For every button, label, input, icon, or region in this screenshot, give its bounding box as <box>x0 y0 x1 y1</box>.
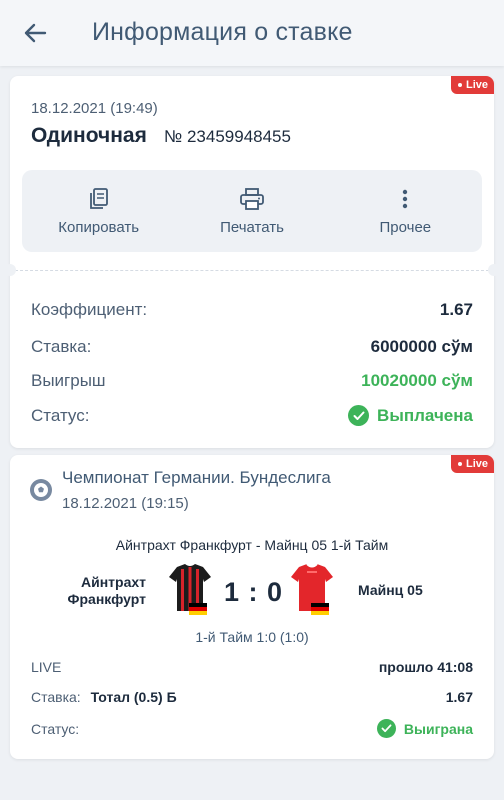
status-value: Выплачена <box>377 405 473 425</box>
status-row: Статус: Выплачена <box>31 405 473 426</box>
event-status-row: Статус: Выиграна <box>31 719 473 738</box>
event-status-group: Выиграна <box>376 719 473 738</box>
team-home: Айнтрахт Франкфурт <box>67 574 146 607</box>
bet-info-card: Live 18.12.2021 (19:49) Одиночная № 2345… <box>4 76 500 448</box>
more-vertical-icon <box>392 186 418 212</box>
win-value: 10020000 сўм <box>361 371 473 390</box>
live-row: LIVE прошло 41:08 <box>31 659 473 675</box>
bet-type: Одиночная <box>31 124 147 147</box>
bet-date: 18.12.2021 (19:49) <box>31 100 158 117</box>
ticket-divider <box>10 270 494 271</box>
copy-label: Копировать <box>58 219 140 236</box>
arrow-left-icon <box>24 23 47 43</box>
bet-actions: Копировать Печатать Прочее <box>22 170 482 252</box>
check-circle-icon <box>348 405 370 426</box>
bet-number: № 23459948455 <box>164 127 291 146</box>
copy-icon <box>86 186 112 212</box>
stake-value: 6000000 сўм <box>370 337 473 356</box>
match-score: 1 : 0 <box>224 577 284 607</box>
print-label: Печатать <box>220 219 284 236</box>
event-bet-label: Ставка: <box>31 689 81 705</box>
status-value-group: Выплачена <box>348 405 473 426</box>
league-name: Чемпионат Германии. Бундеслига <box>62 468 331 487</box>
event-status-value: Выиграна <box>403 720 473 737</box>
more-button[interactable]: Прочее <box>329 170 482 252</box>
ticket-notch-left <box>4 264 16 276</box>
live-dot-icon <box>457 462 462 466</box>
ticket-notch-right <box>488 264 500 276</box>
live-dot-icon <box>457 83 462 87</box>
coefficient-value: 1.67 <box>439 300 473 319</box>
eintracht-jersey-icon <box>169 564 211 615</box>
win-row: Выигрыш 10020000 сўм <box>31 371 473 391</box>
stake-row: Ставка: 6000000 сўм <box>31 337 473 357</box>
event-card: Live Чемпионат Германии. Бундеслига 18.1… <box>10 455 494 759</box>
football-icon <box>30 479 52 501</box>
check-circle-icon <box>376 719 396 738</box>
coefficient-label: Коэффициент: <box>31 300 148 319</box>
win-label: Выигрыш <box>31 371 106 390</box>
mainz-jersey-icon <box>291 563 333 615</box>
more-label: Прочее <box>379 219 432 236</box>
live-badge-label: Live <box>465 79 488 91</box>
back-button[interactable] <box>18 17 52 49</box>
print-icon <box>239 186 265 212</box>
stake-label: Ставка: <box>31 337 92 356</box>
print-button[interactable]: Печатать <box>175 170 328 252</box>
event-bet-market: Тотал (0.5) Б <box>90 689 177 705</box>
page-title: Информация о ставке <box>92 18 353 46</box>
live-badge: Live <box>450 76 494 94</box>
copy-button[interactable]: Копировать <box>22 170 175 252</box>
event-status-label: Статус: <box>31 720 80 737</box>
event-live-badge-label: Live <box>465 458 488 470</box>
coefficient-row: Коэффициент: 1.67 <box>31 300 473 320</box>
match-title: Айнтрахт Франкфурт - Майнц 05 1-й Тайм <box>115 537 389 553</box>
event-date: 18.12.2021 (19:15) <box>62 495 189 512</box>
elapsed-time: прошло 41:08 <box>378 659 473 675</box>
event-live-badge: Live <box>450 455 494 473</box>
status-label: Статус: <box>31 405 90 425</box>
event-bet-row: Ставка: Тотал (0.5) Б 1.67 <box>31 689 473 705</box>
event-bet-group: Ставка: Тотал (0.5) Б <box>31 689 177 705</box>
team-away: Майнц 05 <box>358 582 423 598</box>
app-bar: Информация о ставке <box>0 0 504 66</box>
event-bet-odds: 1.67 <box>445 689 473 705</box>
period-score: 1-й Тайм 1:0 (1:0) <box>195 629 309 645</box>
live-label: LIVE <box>31 659 62 675</box>
